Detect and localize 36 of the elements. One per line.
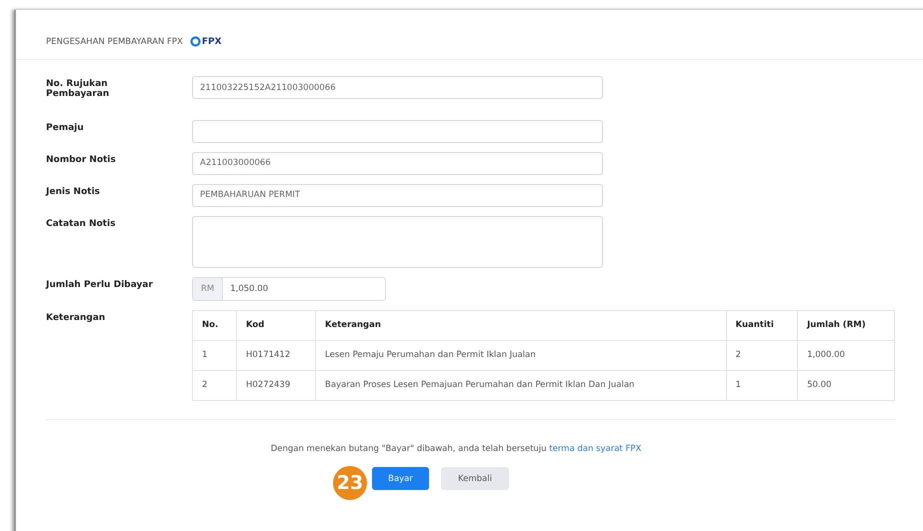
agreement-text: Dengan menekan butang "Bayar" dibawah, anda telah bersetuju terma dan syarat FPX bbox=[270, 444, 642, 454]
table-cell: 1,000.00 bbox=[798, 340, 894, 370]
pay-button[interactable]: Bayar bbox=[372, 467, 429, 490]
column-header: Kod bbox=[236, 310, 316, 340]
logo-icon bbox=[190, 36, 201, 47]
terms-link[interactable]: terma dan syarat FPX bbox=[549, 444, 642, 454]
table-cell: Lesen Pemaju Perumahan dan Permit Iklan Jualan bbox=[316, 340, 726, 370]
input-field[interactable]: PEMBAHARUAN PERMIT bbox=[192, 184, 603, 207]
column-header: Kuantiti bbox=[726, 310, 798, 340]
column-header: Keterangan bbox=[316, 310, 726, 340]
column-header: No. bbox=[192, 310, 236, 340]
field-label: Jumlah Perlu Dibayar bbox=[46, 278, 154, 291]
back-button[interactable]: Kembali bbox=[441, 467, 509, 490]
field-label: No. Rujukan Pembayaran bbox=[46, 78, 110, 100]
page-title: PENGESAHAN PEMBAYARAN FPX bbox=[46, 36, 183, 46]
input-field[interactable]: A211003000066 bbox=[192, 152, 603, 175]
amount-field[interactable]: RM 1,050.00 bbox=[192, 276, 386, 301]
table-cell: 2 bbox=[726, 340, 798, 370]
step-badge: 23 bbox=[333, 466, 367, 500]
table-cell: H0272439 bbox=[236, 370, 316, 400]
table-cell: 50.00 bbox=[798, 370, 894, 400]
column-header: Jumlah (RM) bbox=[798, 310, 894, 340]
field-label: Jenis Notis bbox=[46, 186, 101, 198]
table-cell: Bayaran Proses Lesen Pemajuan Perumahan dan Permit Iklan Dan Jualan bbox=[316, 370, 726, 400]
field-label: Catatan Notis bbox=[46, 218, 116, 230]
logo-text: FPX bbox=[202, 36, 222, 46]
field-label: Keterangan bbox=[46, 312, 106, 324]
table-cell: 2 bbox=[192, 370, 236, 400]
input-field[interactable]: 211003225152A211003000066 bbox=[192, 76, 603, 99]
table-cell: 1 bbox=[726, 370, 798, 400]
table-cell: 1 bbox=[192, 340, 236, 370]
input-field[interactable] bbox=[192, 120, 603, 143]
table-cell: H0171412 bbox=[236, 340, 316, 370]
field-label: Pemaju bbox=[46, 122, 85, 134]
textarea-field[interactable] bbox=[192, 216, 603, 268]
field-label: Nombor Notis bbox=[46, 154, 117, 166]
